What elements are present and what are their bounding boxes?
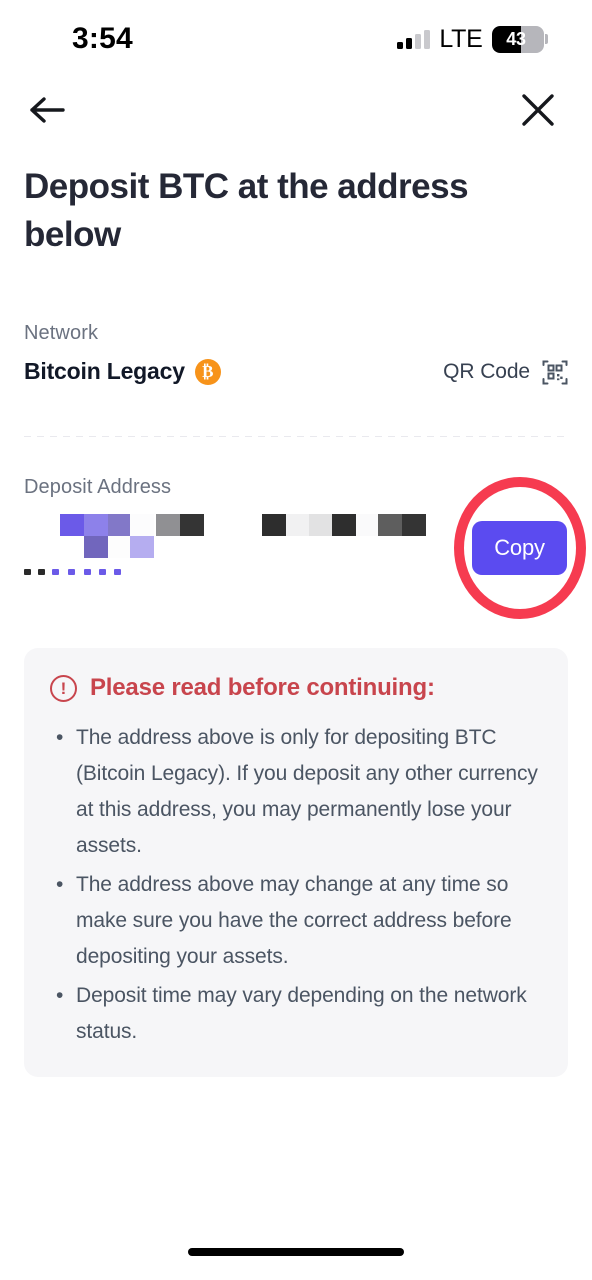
redaction-block [332, 514, 356, 536]
redaction-dot [52, 569, 59, 575]
network-label: Network [24, 322, 99, 344]
page-title: Deposit BTC at the address below [24, 167, 469, 254]
list-item: Deposit time may vary depending on the n… [50, 978, 542, 1050]
redaction-dot [38, 569, 45, 575]
redaction-block [84, 514, 108, 536]
redaction-block [286, 514, 309, 536]
deposit-address-second-line-redacted [24, 569, 154, 577]
battery-percent: 43 [506, 28, 526, 49]
redaction-block [156, 514, 180, 536]
qr-code-icon [542, 360, 568, 384]
redaction-block [378, 514, 402, 536]
bitcoin-icon: ₿ [194, 358, 221, 385]
redaction-block [130, 536, 154, 558]
redaction-block [84, 536, 108, 558]
cellular-signal-icon [397, 29, 431, 49]
qr-code-label: QR Code [443, 359, 530, 383]
redaction-block [108, 536, 130, 558]
redaction-block [309, 514, 332, 536]
section-divider [24, 436, 568, 437]
redaction-block [108, 514, 130, 536]
list-item: The address above may change at any time… [50, 867, 542, 975]
redaction-block [60, 514, 84, 536]
redaction-block [262, 514, 286, 536]
redaction-dot [84, 569, 91, 575]
back-button[interactable] [24, 86, 72, 134]
warning-title: Please read before continuing: [90, 674, 435, 701]
qr-code-button[interactable]: QR Code [443, 359, 568, 385]
network-value: Bitcoin Legacy ₿ [24, 358, 221, 385]
deposit-screen: 3:54 LTE 43 Deposit BTC at the address b… [0, 0, 592, 1280]
redaction-dot [99, 569, 106, 575]
redaction-dot [68, 569, 75, 575]
navigation-bar [0, 80, 592, 140]
deposit-address-label: Deposit Address [24, 476, 172, 498]
redaction-block [180, 514, 204, 536]
warning-header: ! Please read before continuing: [50, 674, 542, 702]
list-item: The address above is only for depositing… [50, 720, 542, 864]
alert-circle-icon: ! [50, 674, 77, 702]
network-name: Bitcoin Legacy [24, 358, 185, 384]
battery-icon: 43 [491, 25, 548, 53]
warning-box: ! Please read before continuing: The add… [24, 648, 568, 1077]
home-indicator [188, 1248, 404, 1256]
warning-bullet-list: The address above is only for depositing… [50, 720, 542, 1050]
redaction-block [356, 514, 378, 536]
copy-button[interactable]: Copy [472, 521, 567, 575]
status-time: 3:54 [72, 22, 133, 55]
redaction-block [130, 514, 154, 536]
redaction-dot [24, 569, 31, 575]
carrier-label: LTE [439, 24, 483, 53]
redaction-block [402, 514, 426, 536]
redaction-dot [114, 569, 121, 575]
close-icon [522, 94, 554, 126]
close-button[interactable] [514, 86, 562, 134]
network-row: Bitcoin Legacy ₿ QR Code [24, 358, 568, 385]
status-bar: 3:54 LTE 43 [0, 0, 592, 72]
arrow-left-icon [30, 97, 65, 123]
status-indicators: LTE 43 [397, 25, 548, 54]
